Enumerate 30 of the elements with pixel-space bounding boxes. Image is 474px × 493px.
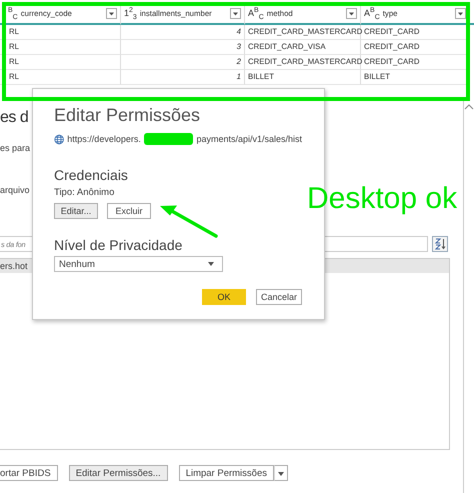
sort-icon[interactable]: [432, 236, 448, 252]
ok-button[interactable]: OK: [202, 289, 246, 305]
annotation-text: Desktop ok: [307, 181, 458, 217]
section-heading: Credenciais: [54, 166, 129, 184]
window-title: es d: [0, 108, 28, 128]
action-button[interactable]: Editar Permissões...: [68, 465, 168, 481]
section-label: arquivo: [0, 184, 30, 197]
cancel-button[interactable]: Cancelar: [256, 289, 302, 305]
credential-button[interactable]: Excluir: [107, 203, 151, 219]
url-text: https://developers.: [67, 134, 141, 144]
dropdown-icon[interactable]: [106, 8, 117, 19]
description-text: es para: [0, 142, 30, 155]
dropdown-button[interactable]: [274, 465, 288, 481]
credential-button[interactable]: Editar...: [54, 203, 98, 219]
credential-type: Tipo: Anônimo: [54, 187, 116, 199]
action-button[interactable]: ortar PBIDS: [0, 465, 58, 481]
caret-icon: [208, 262, 214, 266]
dropdown-icon[interactable]: [455, 8, 466, 19]
privacy-dropdown[interactable]: Nenhum: [54, 256, 223, 272]
chevron-up-icon[interactable]: [464, 104, 474, 110]
redaction-mark: [144, 133, 194, 145]
section-heading: Nível de Privacidade: [54, 236, 184, 254]
globe-icon: [54, 134, 64, 144]
dialog-title: Editar Permissões: [54, 104, 202, 126]
dropdown-icon[interactable]: [346, 8, 357, 19]
annotation-arrow: [160, 206, 218, 238]
url-text: payments/api/v1/sales/hist: [196, 134, 302, 144]
caret-icon: [278, 472, 284, 476]
action-button[interactable]: Limpar Permissões: [178, 465, 274, 481]
dropdown-icon[interactable]: [230, 8, 241, 19]
